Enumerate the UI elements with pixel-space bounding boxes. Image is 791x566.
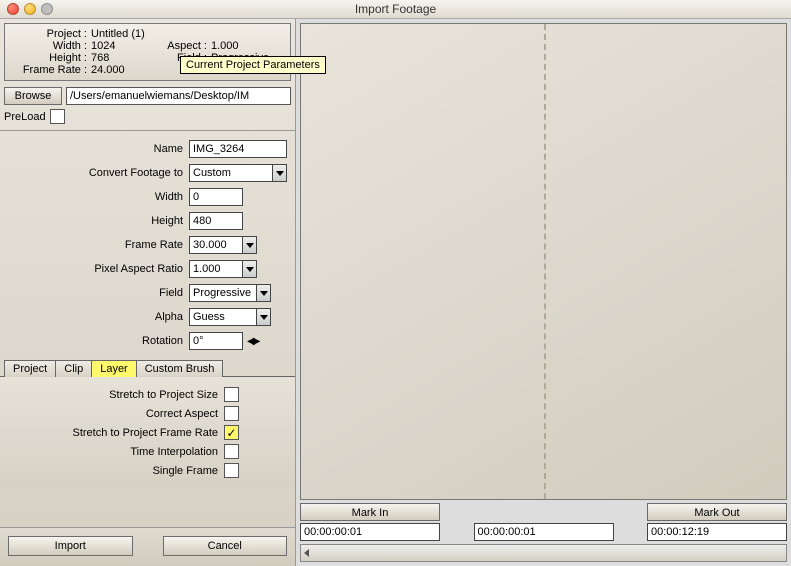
mark-in-button[interactable]: Mark In	[300, 503, 440, 521]
height-label: Height :	[11, 52, 91, 64]
framerate-label: Frame Rate :	[11, 64, 91, 76]
tab-clip[interactable]: Clip	[55, 360, 92, 377]
mark-out-button[interactable]: Mark Out	[647, 503, 787, 521]
opt-correct-aspect-label: Correct Aspect	[146, 408, 218, 420]
preload-label: PreLoad	[4, 111, 46, 123]
aspect-label: Aspect :	[151, 40, 211, 52]
opt-time-interp-label: Time Interpolation	[130, 446, 218, 458]
timecode-out-field[interactable]	[647, 523, 787, 541]
titlebar: Import Footage	[0, 0, 791, 19]
par-label: Pixel Aspect Ratio	[4, 263, 189, 275]
opt-single-frame-label: Single Frame	[153, 465, 218, 477]
chevron-down-icon[interactable]	[273, 164, 287, 182]
tab-project[interactable]: Project	[4, 360, 56, 377]
window-title: Import Footage	[0, 2, 791, 16]
rotation-label: Rotation	[4, 335, 189, 347]
tab-body: Stretch to Project Size Correct Aspect S…	[0, 376, 295, 488]
opt-stretch-size-label: Stretch to Project Size	[109, 389, 218, 401]
convert-label: Convert Footage to	[4, 167, 189, 179]
preload-checkbox[interactable]	[50, 109, 65, 124]
stretch-size-checkbox[interactable]	[224, 387, 239, 402]
field-select[interactable]	[189, 284, 257, 302]
alpha-select[interactable]	[189, 308, 257, 326]
param-field-label: Field	[4, 287, 189, 299]
chevron-left-icon[interactable]	[304, 549, 309, 557]
correct-aspect-checkbox[interactable]	[224, 406, 239, 421]
left-panel: Project : Untitled (1) Width : 1024 Aspe…	[0, 19, 296, 566]
browse-button[interactable]: Browse	[4, 87, 62, 105]
cancel-button[interactable]: Cancel	[163, 536, 288, 556]
divider-dashed	[544, 24, 546, 499]
width-label: Width :	[11, 40, 91, 52]
project-value: Untitled (1)	[91, 28, 145, 40]
tab-layer[interactable]: Layer	[91, 360, 137, 377]
rotation-field[interactable]	[189, 332, 243, 350]
param-height-label: Height	[4, 215, 189, 227]
single-frame-checkbox[interactable]	[224, 463, 239, 478]
height-field[interactable]	[189, 212, 243, 230]
convert-select[interactable]	[189, 164, 273, 182]
width-value: 1024	[91, 40, 151, 52]
scrollbar[interactable]	[300, 544, 787, 562]
rotation-stepper-icon[interactable]: ◀▶	[247, 336, 258, 347]
aspect-value: 1.000	[211, 40, 239, 52]
import-button[interactable]: Import	[8, 536, 133, 556]
right-panel: Mark In Mark Out	[296, 19, 791, 566]
par-field[interactable]	[189, 260, 243, 278]
timecode-current-field[interactable]	[474, 523, 614, 541]
name-field[interactable]	[189, 140, 287, 158]
time-interp-checkbox[interactable]	[224, 444, 239, 459]
tabs: Project Clip Layer Custom Brush	[4, 359, 295, 376]
width-field[interactable]	[189, 188, 243, 206]
timecode-in-field[interactable]	[300, 523, 440, 541]
chevron-down-icon[interactable]	[243, 260, 257, 278]
preview-area	[300, 23, 787, 500]
stretch-frate-checkbox[interactable]: ✓	[224, 425, 239, 440]
tab-custom-brush[interactable]: Custom Brush	[136, 360, 224, 377]
name-label: Name	[4, 143, 189, 155]
tooltip: Current Project Parameters	[180, 56, 326, 74]
chevron-down-icon[interactable]	[243, 236, 257, 254]
alpha-label: Alpha	[4, 311, 189, 323]
height-value: 768	[91, 52, 151, 64]
chevron-down-icon[interactable]	[257, 284, 271, 302]
project-label: Project :	[11, 28, 91, 40]
param-frate-label: Frame Rate	[4, 239, 189, 251]
framerate-value: 24.000	[91, 64, 125, 76]
chevron-down-icon[interactable]	[257, 308, 271, 326]
framerate-field[interactable]	[189, 236, 243, 254]
param-width-label: Width	[4, 191, 189, 203]
check-icon: ✓	[226, 427, 236, 439]
opt-stretch-frate-label: Stretch to Project Frame Rate	[73, 427, 219, 439]
path-field[interactable]: /Users/emanuelwiemans/Desktop/IM	[66, 87, 291, 105]
